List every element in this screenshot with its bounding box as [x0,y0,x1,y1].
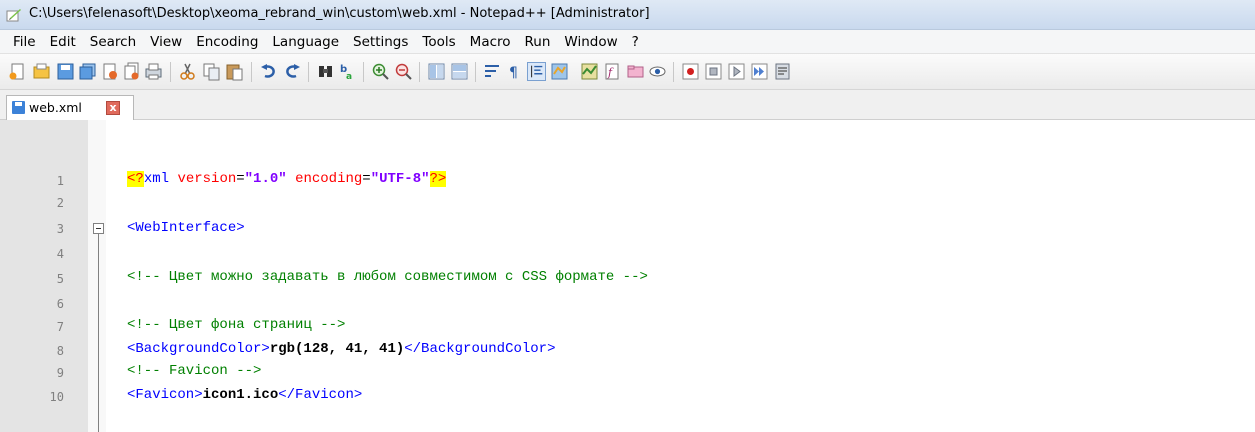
tab-web-xml[interactable]: web.xml x [6,95,134,120]
attr-equals: = [362,171,371,187]
folder-as-workspace-icon[interactable] [626,62,645,81]
menu-run[interactable]: Run [518,34,558,50]
pi-close: ?> [429,171,447,187]
toolbar: ba ¶ f [0,54,1255,90]
window-title: C:\Users\felenasoft\Desktop\xeoma_rebran… [29,6,650,21]
code-line-8: <BackgroundColor>rgb(128, 41, 41)</Backg… [127,341,555,357]
line-number: 1 [56,174,64,188]
title-bar: C:\Users\felenasoft\Desktop\xeoma_rebran… [0,0,1255,30]
toolbar-separator [363,62,364,82]
paste-icon[interactable] [225,62,244,81]
document-map-icon[interactable] [580,62,599,81]
close-tag: </BackgroundColor> [404,341,556,357]
line-number: 3 [56,222,64,236]
stop-recording-icon[interactable] [704,62,723,81]
menu-edit[interactable]: Edit [43,34,83,50]
attr-name: encoding [295,171,363,187]
line-number: 5 [56,272,64,286]
attr-equals: = [236,171,245,187]
menu-help[interactable]: ? [625,34,646,50]
zoom-out-icon[interactable] [394,62,413,81]
line-number: 8 [56,344,64,358]
pi-open: <? [127,171,144,187]
close-all-icon[interactable] [122,62,141,81]
fold-collapse-icon[interactable] [93,223,104,234]
undo-icon[interactable] [259,62,278,81]
replace-icon[interactable]: ba [338,62,357,81]
line-number: 7 [56,320,64,334]
menu-bar: File Edit Search View Encoding Language … [0,30,1255,54]
close-icon[interactable] [100,62,119,81]
menu-window[interactable]: Window [557,34,624,50]
menu-tools[interactable]: Tools [415,34,462,50]
svg-text:a: a [346,72,352,81]
editor[interactable]: 1 2 3 4 5 6 7 8 9 10 <?xml version="1.0"… [0,120,1255,432]
play-macro-icon[interactable] [727,62,746,81]
line-number: 2 [56,196,64,210]
menu-macro[interactable]: Macro [463,34,518,50]
code-line-5: <!-- Цвет можно задавать в любом совмест… [127,269,648,285]
toolbar-separator [475,62,476,82]
line-number: 6 [56,297,64,311]
user-defined-language-icon[interactable] [550,62,569,81]
fold-line [98,234,99,432]
copy-icon[interactable] [202,62,221,81]
new-file-icon[interactable] [8,62,27,81]
redo-icon[interactable] [283,62,302,81]
tab-strip: web.xml x [0,90,1255,120]
menu-view[interactable]: View [143,34,189,50]
word-wrap-icon[interactable] [483,62,502,81]
toolbar-separator [419,62,420,82]
show-all-characters-icon[interactable]: ¶ [505,62,524,81]
sync-horizontal-icon[interactable] [450,62,469,81]
close-tab-icon[interactable]: x [106,101,120,115]
save-macro-icon[interactable] [773,62,792,81]
record-macro-icon[interactable] [681,62,700,81]
sync-vertical-icon[interactable] [427,62,446,81]
line-number: 10 [49,390,64,404]
pi-name: xml [143,171,170,187]
toolbar-separator [673,62,674,82]
notepad-plus-plus-icon [6,9,21,22]
indent-guide-icon[interactable] [527,62,546,81]
menu-search[interactable]: Search [83,34,143,50]
code-line-10: <Favicon>icon1.ico</Favicon> [127,387,362,403]
save-icon[interactable] [56,62,75,81]
toolbar-separator [251,62,252,82]
save-all-icon[interactable] [78,62,97,81]
zoom-in-icon[interactable] [371,62,390,81]
code-line-7: <!-- Цвет фона страниц --> [127,317,346,333]
menu-language[interactable]: Language [265,34,346,50]
open-file-icon[interactable] [32,62,51,81]
line-number: 9 [56,366,64,380]
code-line-3: <WebInterface> [127,220,245,236]
toolbar-separator [170,62,171,82]
saved-file-icon [12,101,25,114]
find-icon[interactable] [316,62,335,81]
function-list-icon[interactable]: f [603,62,622,81]
monitoring-icon[interactable] [648,62,667,81]
cut-icon[interactable] [178,62,197,81]
code-line-1: <?xml version="1.0" encoding="UTF-8"?> [127,171,447,187]
print-icon[interactable] [144,62,163,81]
run-macro-multiple-icon[interactable] [750,62,769,81]
attr-value: "UTF-8" [370,171,430,187]
code-line-9: <!-- Favicon --> [127,363,262,379]
element-text: icon1.ico [202,387,279,403]
svg-text:¶: ¶ [509,65,518,81]
attr-name: version [177,171,237,187]
fold-margin [88,120,106,432]
menu-settings[interactable]: Settings [346,34,415,50]
menu-file[interactable]: File [6,34,43,50]
attr-value: "1.0" [244,171,287,187]
tab-label: web.xml [29,100,82,115]
element-text: rgb(128, 41, 41) [269,341,405,357]
open-tag: <BackgroundColor> [127,341,270,357]
line-number: 4 [56,247,64,261]
open-tag: <Favicon> [127,387,203,403]
toolbar-separator [308,62,309,82]
menu-encoding[interactable]: Encoding [189,34,265,50]
close-tag: </Favicon> [278,387,363,403]
